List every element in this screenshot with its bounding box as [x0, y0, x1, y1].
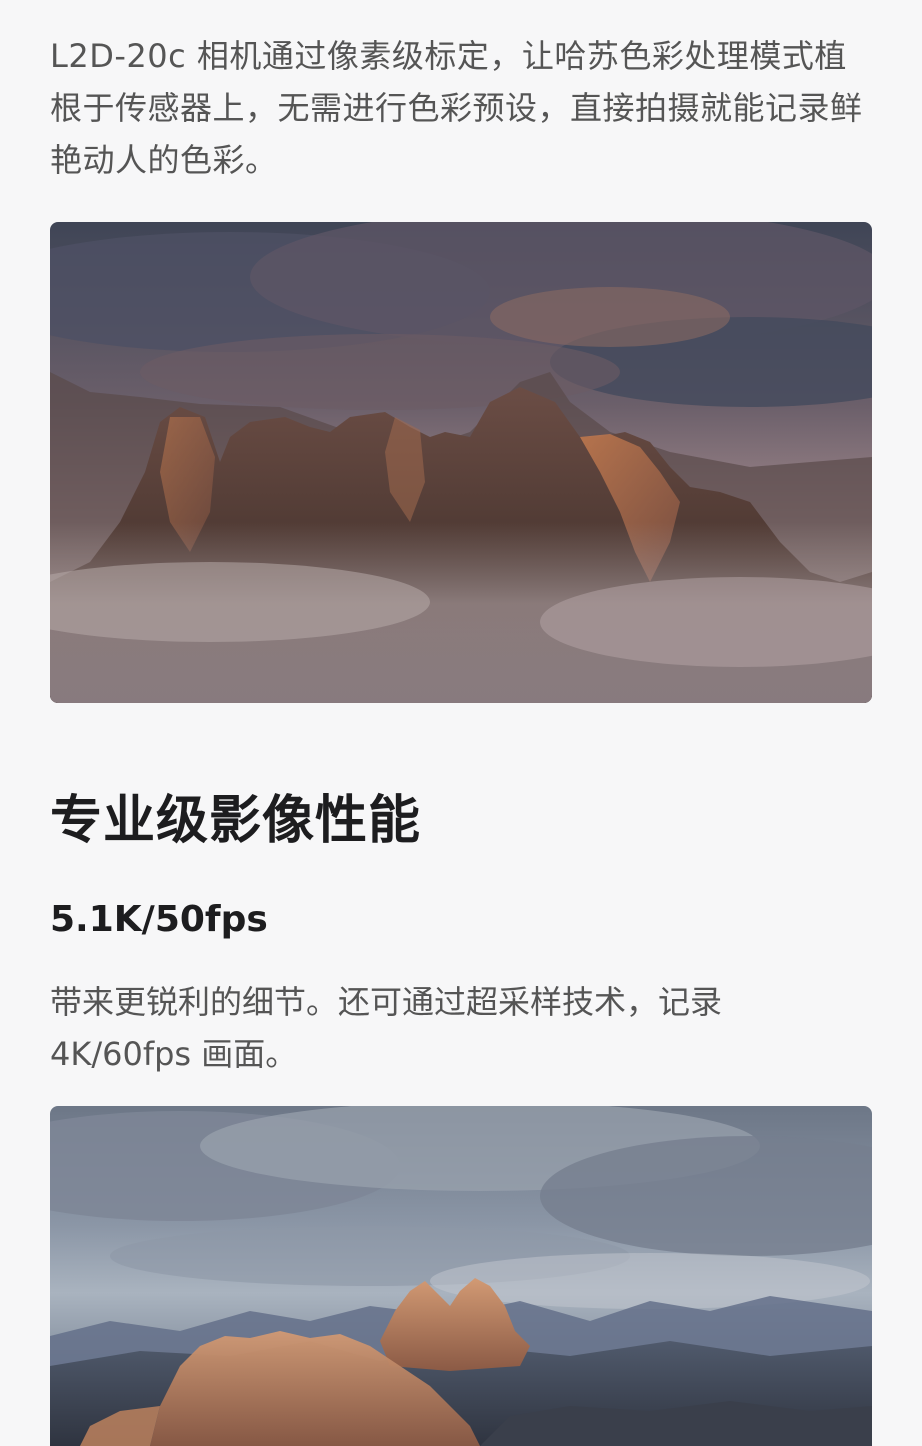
section-title: 专业级影像性能 [50, 791, 422, 851]
mountain-photo-dusk [50, 222, 872, 703]
mountain-photo-sunlit [50, 1106, 872, 1446]
spec-description: 带来更锐利的细节。还可通过超采样技术，记录 4K/60fps 画面。 [50, 983, 723, 1073]
intro-paragraph: L2D-20c 相机通过像素级标定，让哈苏色彩处理模式植根于传感器上，无需进行色… [50, 37, 863, 179]
page-content: L2D-20c 相机通过像素级标定，让哈苏色彩处理模式植根于传感器上，无需进行色… [0, 0, 922, 1446]
spec-title: 5.1K/50fps [50, 899, 268, 940]
